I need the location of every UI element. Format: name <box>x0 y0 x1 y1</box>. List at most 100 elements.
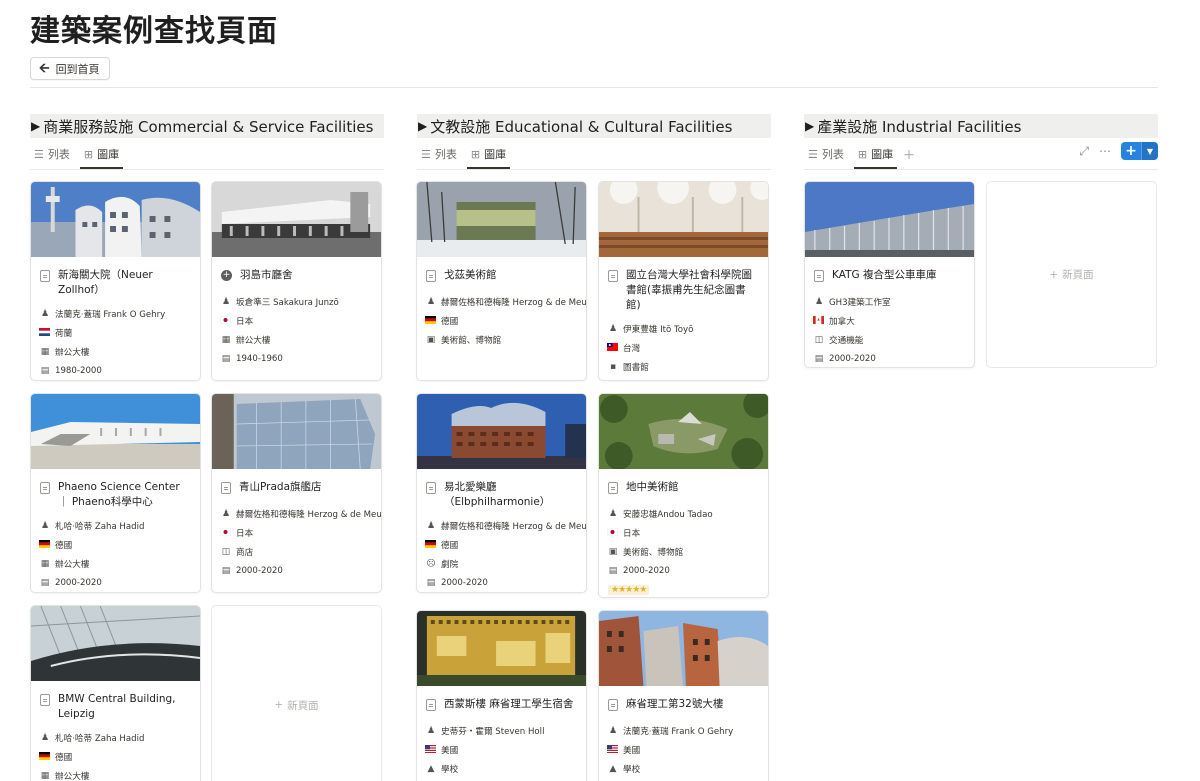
page-icon <box>608 482 618 494</box>
gallery-card[interactable]: 戈茲美術館 ♟ 赫爾佐格和德梅隆 Herzog & de Meuron 德國 ▣ 美… <box>416 181 587 381</box>
gallery-card[interactable]: 國立台灣大學社會科學院圖書館(辜振甫先生紀念圖書館) ♟ 伊東豊雄 Itō Toy… <box>598 181 769 381</box>
bus-icon: ◫ <box>814 334 824 345</box>
expand-icon[interactable]: ⤢ <box>1079 144 1089 159</box>
gallery-card[interactable]: 青山Prada旗艦店 ♟ 赫爾佐格和德梅隆 Herzog & de Meuron … <box>211 393 382 593</box>
new-page-button[interactable]: + 新頁面 <box>986 181 1157 368</box>
person-icon: ♟ <box>40 732 50 743</box>
page-icon <box>221 482 231 494</box>
flag-de-icon <box>39 751 51 762</box>
plus-icon[interactable]: + <box>1121 142 1141 160</box>
theater-icon: ☹ <box>426 558 436 569</box>
calendar-icon: ▤ <box>40 365 50 376</box>
type-value: 交通機能 <box>829 335 864 346</box>
page-icon <box>426 699 436 711</box>
gallery-card[interactable]: 西蒙斯樓 麻省理工學生宿舍 ♟ 史蒂芬・霍爾 Steven Holl 美國 ▲ 學校… <box>416 610 587 781</box>
country-value: 德國 <box>441 540 459 551</box>
section-toggle[interactable]: ▶ 商業服務設施 Commercial & Service Facilities <box>30 114 384 138</box>
calendar-icon: ▤ <box>221 565 231 576</box>
new-page-button[interactable]: + 新頁面 <box>211 605 382 781</box>
card-title: 青山Prada旗艦店 <box>239 481 322 493</box>
chevron-down-icon[interactable]: ▼ <box>1141 142 1158 160</box>
calendar-icon: ▤ <box>814 353 824 364</box>
country-value: 加拿大 <box>829 316 855 327</box>
period-value: 2000-2020 <box>623 565 670 576</box>
flag-ca-icon <box>813 315 825 326</box>
type-value: 劇院 <box>441 559 459 570</box>
tab-gallery[interactable]: ⊞ 圖庫 <box>79 145 124 169</box>
person-icon: ♟ <box>426 520 436 531</box>
tab-list[interactable]: ☰ 列表 <box>804 145 848 169</box>
person-icon: ♟ <box>426 725 436 736</box>
calendar-icon: ▤ <box>608 565 618 576</box>
view-tabs: ☰ 列表 ⊞ 圖庫 <box>30 138 384 170</box>
gallery-card[interactable]: Phaeno Science Center ｜ Phaeno科學中心 ♟ 札哈·哈… <box>30 393 201 593</box>
gallery-icon: ⊞ <box>83 147 94 161</box>
building-icon: ▦ <box>221 334 231 345</box>
gallery-card[interactable]: 易北愛樂廳（Elbphilharmonie） ♟ 赫爾佐格和德梅隆 Herzog … <box>416 393 587 593</box>
page-icon <box>40 482 50 494</box>
country-value: 美國 <box>441 745 459 756</box>
type-value: 學校 <box>623 764 641 775</box>
card-cover-image <box>31 182 200 257</box>
calendar-icon: ▤ <box>40 577 50 588</box>
person-icon: ♟ <box>814 296 824 307</box>
type-value: 辦公大樓 <box>55 559 90 570</box>
card-cover-image <box>599 611 768 686</box>
more-options-icon[interactable]: ⋯ <box>1099 144 1111 158</box>
flag-nl-icon <box>39 327 51 338</box>
page-icon <box>426 270 436 282</box>
flag-jp-icon <box>220 527 232 538</box>
person-icon: ♟ <box>40 308 50 319</box>
gallery-card[interactable]: BMW Central Building, Leipzig ♟ 札哈·哈蒂 Zah… <box>30 605 201 781</box>
country-value: 日本 <box>236 528 254 539</box>
toggle-triangle-icon[interactable]: ▶ <box>418 119 427 133</box>
calendar-icon: ▤ <box>426 577 436 588</box>
section-toggle[interactable]: ▶ 產業設施 Industrial Facilities <box>804 114 1158 138</box>
section-toggle[interactable]: ▶ 文教設施 Educational & Cultural Facilities <box>417 114 771 138</box>
flag-us-icon <box>607 744 619 755</box>
gallery-icon: ⊞ <box>857 147 868 161</box>
period-value: 1940-1960 <box>236 353 283 364</box>
card-title: 羽島市廳舍 <box>240 269 293 281</box>
card-cover-image <box>599 182 768 257</box>
section-educational: ▶ 文教設施 Educational & Cultural Facilities… <box>417 114 771 170</box>
arrow-left-icon: 🡨 <box>39 61 50 76</box>
flag-de-icon <box>39 539 51 550</box>
new-page-label: 新頁面 <box>1062 269 1094 281</box>
person-icon: ♟ <box>608 508 618 519</box>
tab-list[interactable]: ☰ 列表 <box>417 145 461 169</box>
toggle-triangle-icon[interactable]: ▶ <box>31 119 40 133</box>
toggle-triangle-icon[interactable]: ▶ <box>805 119 814 133</box>
add-view-icon[interactable]: + <box>903 147 915 169</box>
gallery-card[interactable]: + 羽島市廳舍 ♟ 坂倉準三 Sakakura Junzō 日本 ▦ 辦公大樓 ▤ 19… <box>211 181 382 381</box>
gallery-card[interactable]: 地中美術館 ♟ 安藤忠雄Andou Tadao 日本 ▣ 美術館、博物館 ▤ 2000… <box>598 393 769 598</box>
new-entry-button[interactable]: + ▼ <box>1121 142 1158 160</box>
country-value: 德國 <box>55 540 73 551</box>
country-value: 日本 <box>623 528 641 539</box>
person-icon: ♟ <box>221 508 231 519</box>
gallery-card[interactable]: 麻省理工第32號大樓 ♟ 法蘭克·蓋瑞 Frank O Gehry 美國 ▲ 學校 … <box>598 610 769 781</box>
section-title: 文教設施 Educational & Cultural Facilities <box>430 117 733 136</box>
card-cover-image <box>212 182 381 257</box>
card-cover-image <box>599 394 768 470</box>
type-value: 商店 <box>236 547 254 558</box>
country-value: 德國 <box>55 752 73 763</box>
card-title: 戈茲美術館 <box>444 269 497 281</box>
card-cover-image <box>417 611 586 686</box>
architect-value: 赫爾佐格和德梅隆 Herzog & de Meuron <box>441 297 586 308</box>
architect-value: 札哈·哈蒂 Zaha Hadid <box>55 521 145 532</box>
period-value: 1980-2000 <box>55 365 102 376</box>
person-icon: ♟ <box>608 323 618 334</box>
tab-gallery[interactable]: ⊞ 圖庫 <box>466 145 511 169</box>
plus-icon: + <box>1049 268 1059 281</box>
plus-icon: + <box>274 699 284 711</box>
gallery-card[interactable]: 新海關大院（Neuer Zollhof） ♟ 法蘭克·蓋瑞 Frank O Geh… <box>30 181 201 381</box>
architect-value: 法蘭克·蓋瑞 Frank O Gehry <box>623 726 734 737</box>
architect-value: 安藤忠雄Andou Tadao <box>623 509 713 520</box>
back-home-button[interactable]: 🡨 回到首頁 <box>30 57 110 80</box>
tab-list[interactable]: ☰ 列表 <box>30 145 74 169</box>
tab-gallery[interactable]: ⊞ 圖庫 <box>853 145 898 169</box>
type-value: 辦公大樓 <box>55 347 90 358</box>
gallery-card[interactable]: KATG 複合型公車車庫 ♟ GH3建築工作室 加拿大 ◫ 交通機能 ▤ 2000-2… <box>804 181 975 368</box>
card-cover-image <box>31 606 200 682</box>
